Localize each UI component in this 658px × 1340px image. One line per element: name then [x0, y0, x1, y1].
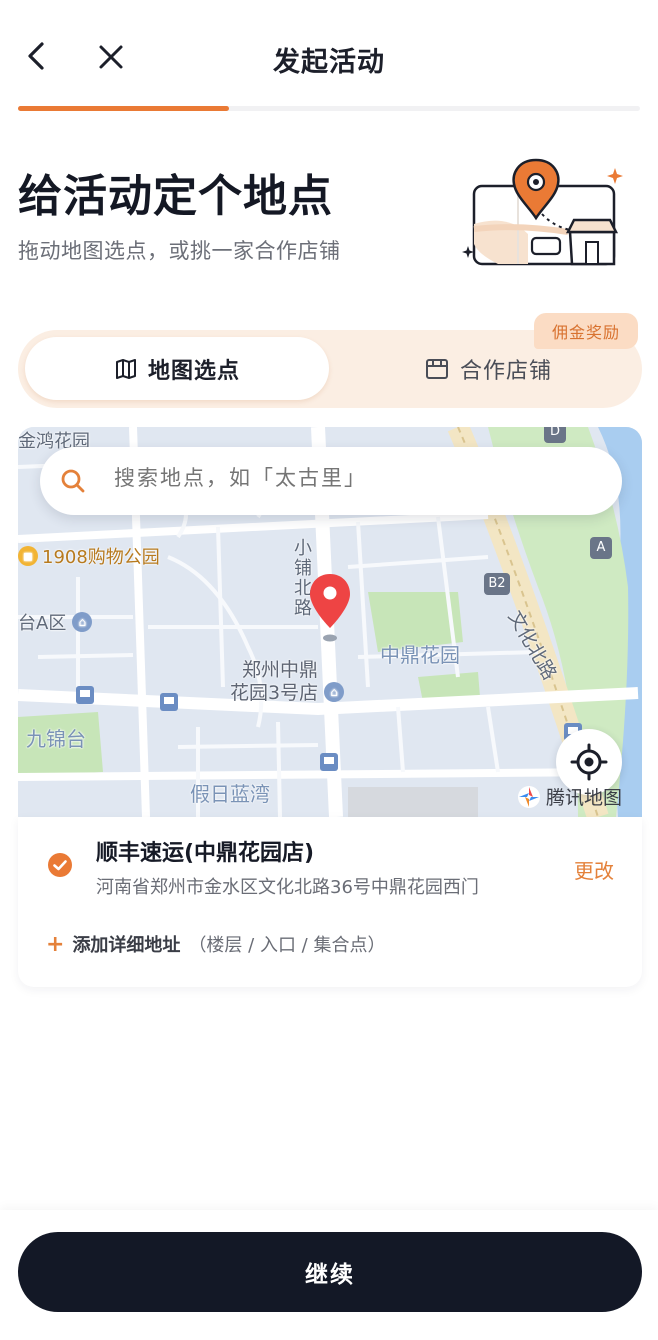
map-poi-district-a[interactable]: 台A区 ⌂: [18, 609, 93, 635]
map-label-jiari: 假日蓝湾: [190, 782, 270, 806]
section-heading: 给活动定个地点: [18, 171, 333, 222]
metro-exit-d: D: [544, 427, 566, 443]
map-provider-logo: 腾讯地图: [516, 783, 622, 810]
tab-map-pick[interactable]: 地图选点: [25, 337, 329, 400]
map-label-store2: 花园3号店: [230, 682, 319, 704]
search-input[interactable]: [114, 467, 594, 491]
add-detail-label: 添加详细地址: [72, 935, 181, 956]
section-subheading: 拖动地图选点，或挑一家合作店铺: [18, 239, 341, 263]
continue-button[interactable]: 继续: [18, 1232, 642, 1312]
shopping-bag-icon: ◼: [18, 546, 38, 566]
storefront-icon: [425, 358, 448, 379]
map-icon: [115, 358, 136, 379]
map-label-jiujin: 九锦台: [26, 727, 86, 751]
bus-stop-icon: [320, 753, 338, 771]
change-place-button[interactable]: 更改: [574, 855, 614, 884]
top-header: 发起活动: [0, 0, 658, 112]
home-pin-icon: ⌂: [324, 681, 345, 702]
tab-map-pick-label: 地图选点: [147, 358, 240, 384]
tab-partner-shops-label: 合作店铺: [459, 358, 552, 384]
plus-icon: +: [46, 931, 65, 957]
map-label-district-a: 台A区: [18, 613, 67, 634]
place-address: 河南省郑州市金水区文化北路36号中鼎花园西门: [96, 877, 479, 898]
progress-fill: [18, 106, 230, 111]
bus-stop-icon: [76, 686, 94, 704]
metro-exit-a: A: [590, 537, 612, 559]
location-pin-icon[interactable]: [308, 572, 352, 644]
map-poi-mall[interactable]: ◼ 1908购物公园: [18, 543, 160, 569]
commission-badge: 佣金奖励: [534, 313, 638, 349]
add-detail-hint: （楼层 / 入口 / 集合点）: [188, 935, 386, 956]
map-provider-label: 腾讯地图: [546, 787, 623, 809]
map-search-bar[interactable]: [40, 447, 622, 515]
home-pin-icon: ⌂: [72, 612, 93, 632]
bus-stop-icon: [160, 693, 178, 711]
add-detail-address-button[interactable]: + 添加详细地址 （楼层 / 入口 / 集合点）: [46, 931, 385, 957]
map-label-mall: 1908购物公园: [42, 547, 160, 568]
progress-bar: [18, 106, 640, 111]
map-poi-store[interactable]: 花园3号店 ⌂: [230, 678, 345, 705]
metro-exit-b2: B2: [484, 573, 510, 595]
page-title: 发起活动: [273, 47, 385, 78]
map-store-illustration: [462, 158, 623, 266]
place-name: 顺丰速运(中鼎花园店): [96, 841, 315, 866]
map-view[interactable]: 金鸿花园 ◼ 1908购物公园 台A区 ⌂ 小铺北路 郑州中鼎 花园3号店 ⌂ …: [18, 427, 642, 817]
check-circle-icon: [48, 853, 72, 877]
selected-place-card: 顺丰速运(中鼎花园店) 河南省郑州市金水区文化北路36号中鼎花园西门 更改 + …: [18, 817, 642, 987]
search-icon: [61, 469, 85, 493]
compass-icon: [518, 785, 540, 808]
map-label-zhongding: 中鼎花园: [380, 643, 460, 667]
